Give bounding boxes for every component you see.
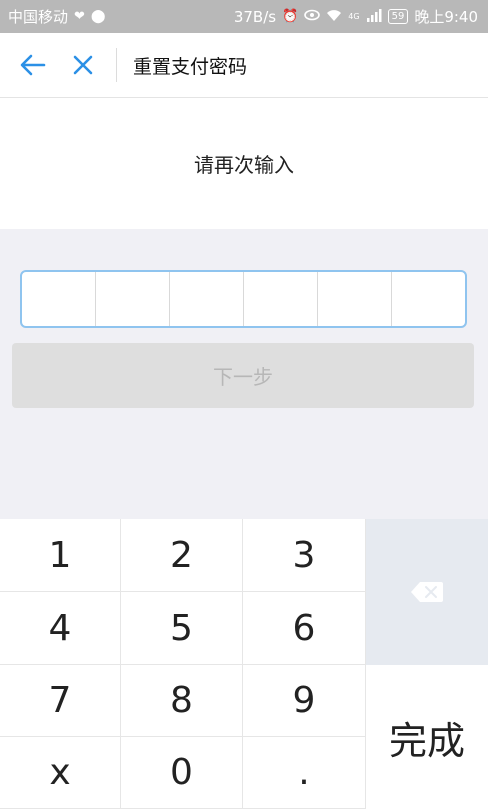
close-icon	[73, 55, 93, 75]
page-title: 重置支付密码	[133, 55, 248, 78]
prompt-area: 请再次输入	[0, 98, 488, 229]
pin-cell[interactable]	[96, 272, 170, 326]
heart-icon: ❤	[74, 9, 85, 24]
status-right: 37B/s ⏰ 4G 59 晚上9:40	[234, 6, 478, 27]
key-1[interactable]: 1	[0, 519, 121, 592]
status-bar: 中国移动 ❤ ⬤ 37B/s ⏰ 4G 59 晚上9:40	[0, 0, 488, 33]
app-notification-icon: ⬤	[90, 9, 106, 24]
pin-cell[interactable]	[22, 272, 96, 326]
pin-cell[interactable]	[318, 272, 392, 326]
numeric-keypad: 1 2 3 4 5 6 7 8 9 完成 x 0 .	[0, 519, 488, 809]
wifi-icon	[326, 8, 342, 25]
key-8[interactable]: 8	[121, 665, 243, 737]
nav-divider	[116, 48, 117, 82]
key-6[interactable]: 6	[243, 592, 366, 665]
battery-level: 59	[391, 10, 405, 22]
pin-cell[interactable]	[170, 272, 244, 326]
battery-icon: 59	[387, 9, 409, 24]
close-button[interactable]	[58, 33, 108, 98]
alarm-icon: ⏰	[282, 9, 299, 24]
prompt-text: 请再次输入	[194, 153, 294, 177]
key-2[interactable]: 2	[121, 519, 243, 592]
status-left: 中国移动 ❤ ⬤	[8, 6, 105, 27]
network-type: 4G	[348, 12, 360, 21]
clock: 晚上9:40	[414, 8, 478, 26]
pin-input[interactable]	[20, 270, 467, 328]
signal-icon	[366, 8, 382, 25]
carrier-label: 中国移动	[8, 8, 69, 26]
network-speed: 37B/s	[233, 7, 277, 26]
key-9[interactable]: 9	[243, 665, 366, 737]
key-4[interactable]: 4	[0, 592, 121, 665]
backspace-icon	[411, 582, 443, 602]
key-x[interactable]: x	[0, 737, 121, 809]
key-7[interactable]: 7	[0, 665, 121, 737]
pin-cell[interactable]	[244, 272, 318, 326]
eye-icon	[304, 9, 321, 24]
back-button[interactable]	[8, 33, 58, 98]
key-0[interactable]: 0	[121, 737, 243, 809]
key-5[interactable]: 5	[121, 592, 243, 665]
done-button[interactable]: 完成	[366, 665, 488, 809]
arrow-left-icon	[20, 54, 46, 76]
next-button[interactable]: 下一步	[12, 343, 474, 408]
key-dot[interactable]: .	[243, 737, 366, 809]
pin-cell[interactable]	[392, 272, 465, 326]
key-3[interactable]: 3	[243, 519, 366, 592]
delete-button[interactable]	[366, 519, 488, 665]
nav-bar: 重置支付密码	[0, 33, 488, 98]
